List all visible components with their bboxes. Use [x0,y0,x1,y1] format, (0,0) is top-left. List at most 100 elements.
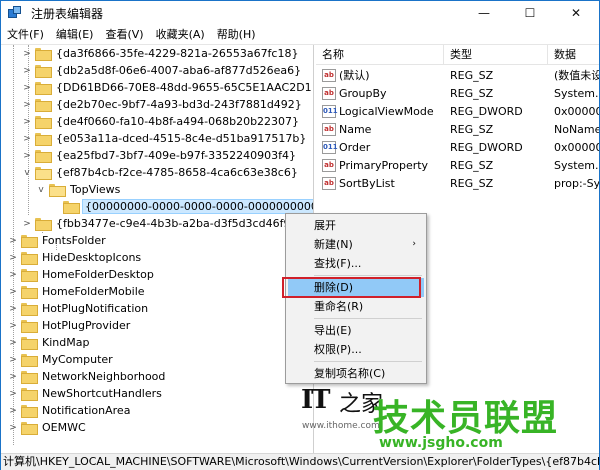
tree-item[interactable]: > NewShortcutHandlers [7,385,164,402]
chevron-right-icon[interactable]: > [21,113,33,130]
menu-file[interactable]: 文件(F) [1,25,50,45]
chevron-right-icon[interactable]: > [21,130,33,147]
tree-item[interactable]: > NotificationArea [7,402,132,419]
chevron-right-icon[interactable]: > [7,402,19,419]
tree-item[interactable]: > HomeFolderDesktop [7,266,156,283]
folder-icon [35,150,52,163]
chevron-right-icon[interactable]: > [21,215,33,232]
context-item-label: 展开 [314,219,336,232]
folder-icon [21,422,38,435]
chevron-right-icon[interactable]: > [21,45,33,62]
ithome-logo-text: IT [301,385,330,415]
tree-item[interactable]: > {ea25fbd7-3bf7-409e-b97f-3352240903f4} [21,147,298,164]
context-item-export[interactable]: 导出(E) [288,321,424,340]
chevron-right-icon[interactable]: > [21,96,33,113]
tree-item-label: {e053a11a-dced-4515-8c4e-d51ba917517b} [56,132,307,145]
context-item-copy-key-name[interactable]: 复制项名称(C) [288,364,424,383]
chevron-right-icon[interactable]: > [21,62,33,79]
tree-item-label: HomeFolderMobile [42,285,145,298]
open-folder-icon [49,184,66,197]
context-item-expand[interactable]: 展开 [288,216,424,235]
chevron-right-icon[interactable]: > [7,249,19,266]
regedit-app-icon [7,5,23,21]
menu-edit[interactable]: 编辑(E) [50,25,100,45]
value-row[interactable]: ab (默认) REG_SZ (数值未设 [316,66,599,84]
menu-help[interactable]: 帮助(H) [211,25,262,45]
tree-item[interactable]: > NetworkNeighborhood [7,368,167,385]
tree-item-label: {de2b70ec-9bf7-4a93-bd3d-243f7881d492} [56,98,302,111]
chevron-right-icon[interactable]: > [7,300,19,317]
string-value-icon: ab [322,176,336,190]
tree-item-label: HotPlugProvider [42,319,131,332]
folder-icon [21,303,38,316]
value-type: REG_DWORD [450,104,523,118]
tree-expander-empty [49,198,61,215]
tree-item[interactable]: > FontsFolder [7,232,108,249]
chevron-right-icon[interactable]: > [7,334,19,351]
tree-item-selected[interactable]: {00000000-0000-0000-0000-000000000000} [49,198,313,215]
value-row[interactable]: ab PrimaryProperty REG_SZ System.S [316,156,599,174]
tree-item[interactable]: > HideDesktopIcons [7,249,143,266]
value-row[interactable]: 011 LogicalViewMode REG_DWORD 0x000000 [316,102,599,120]
registry-editor-window: 注册表编辑器 — ☐ ✕ 文件(F) 编辑(E) 查看(V) 收藏夹(A) 帮助… [0,0,600,470]
context-item-permissions[interactable]: 权限(P)... [288,340,424,359]
tree-item[interactable]: > {DD61BD66-70E8-48dd-9655-65C5E1AAC2D1} [21,79,313,96]
chevron-down-icon[interactable]: v [35,181,47,198]
tree-item[interactable]: > {fbb3477e-c9e4-4b3b-a2ba-d3f5d3cd46f9} [21,215,299,232]
value-data: (数值未设 [554,69,599,82]
close-button[interactable]: ✕ [553,1,599,25]
minimize-button[interactable]: — [461,1,507,25]
menu-view[interactable]: 查看(V) [99,25,149,45]
chevron-right-icon[interactable]: > [7,266,19,283]
tree-item[interactable]: > {e053a11a-dced-4515-8c4e-d51ba917517b} [21,130,308,147]
value-row[interactable]: 011 Order REG_DWORD 0x000000 [316,138,599,156]
maximize-button[interactable]: ☐ [507,1,553,25]
value-row[interactable]: ab SortByList REG_SZ prop:-Sy [316,174,599,192]
tree-item[interactable]: > MyComputer [7,351,115,368]
value-row[interactable]: ab GroupBy REG_SZ System.S [316,84,599,102]
context-item-find[interactable]: 查找(F)... [288,254,424,273]
context-item-label: 导出(E) [314,324,352,337]
chevron-right-icon[interactable]: > [7,419,19,436]
chevron-right-icon[interactable]: > [21,79,33,96]
tree-item[interactable]: > {db2a5d8f-06e6-4007-aba6-af877d526ea6} [21,62,303,79]
column-header-name[interactable]: 名称 [316,45,444,65]
chevron-right-icon[interactable]: > [7,385,19,402]
tree-item[interactable]: > {de2b70ec-9bf7-4a93-bd3d-243f7881d492} [21,96,304,113]
context-item-label: 权限(P)... [314,343,362,356]
context-item-rename[interactable]: 重命名(R) [288,297,424,316]
menu-separator [314,275,422,276]
chevron-right-icon[interactable]: > [7,351,19,368]
context-item-new[interactable]: 新建(N) › [288,235,424,254]
tree-item[interactable]: > {da3f6866-35fe-4229-821a-26553a67fc18} [21,45,300,62]
value-row[interactable]: ab Name REG_SZ NoName [316,120,599,138]
tree-item[interactable]: > KindMap [7,334,91,351]
chevron-right-icon[interactable]: > [7,283,19,300]
status-bar-path: 计算机\HKEY_LOCAL_MACHINE\SOFTWARE\Microsof… [1,453,599,470]
tree-item[interactable]: v {ef87b4cb-f2ce-4785-8658-4ca6c63e38c6} [21,164,300,181]
registry-tree[interactable]: > {da3f6866-35fe-4229-821a-26553a67fc18}… [1,45,314,453]
column-header-type[interactable]: 类型 [444,45,548,65]
value-type: REG_SZ [450,68,494,82]
binary-value-icon: 011 [322,140,338,154]
column-header-data[interactable]: 数据 [548,45,599,65]
brand-watermark-url: www.jsgho.com [379,435,503,451]
string-value-icon: ab [322,158,336,172]
chevron-right-icon[interactable]: > [7,232,19,249]
tree-item[interactable]: > OEMWC [7,419,88,436]
tree-item-label: HotPlugNotification [42,302,149,315]
tree-item-label: OEMWC [42,421,86,434]
chevron-down-icon[interactable]: v [21,164,33,181]
tree-item[interactable]: > HomeFolderMobile [7,283,147,300]
tree-item[interactable]: > HotPlugProvider [7,317,132,334]
value-name: (默认) [339,69,370,82]
chevron-right-icon[interactable]: > [7,317,19,334]
chevron-right-icon[interactable]: > [21,147,33,164]
menu-separator [314,318,422,319]
tree-item-label: {ef87b4cb-f2ce-4785-8658-4ca6c63e38c6} [56,166,298,179]
chevron-right-icon[interactable]: > [7,368,19,385]
tree-item[interactable]: > {de4f0660-fa10-4b8f-a494-068b20b22307} [21,113,301,130]
menu-favorites[interactable]: 收藏夹(A) [150,25,211,45]
tree-item[interactable]: v TopViews [35,181,122,198]
tree-item[interactable]: > HotPlugNotification [7,300,150,317]
